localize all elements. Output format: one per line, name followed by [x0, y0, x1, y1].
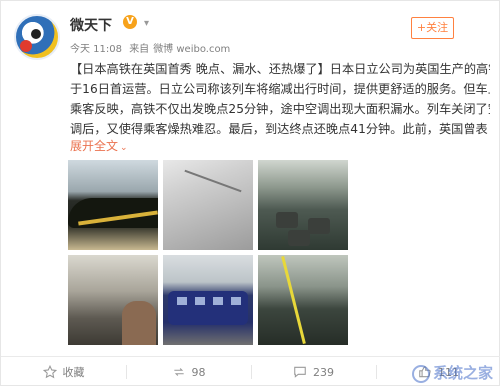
- post-meta: 今天 11:08 来自 微博 weibo.com: [70, 40, 234, 55]
- weibo-post-card: 微天下 V ▾ 今天 11:08 来自 微博 weibo.com +关注 【日本高…: [0, 0, 500, 386]
- avatar-eye: [31, 29, 41, 39]
- yellow-pole: [281, 255, 306, 345]
- username[interactable]: 微天下: [70, 15, 112, 35]
- expand-full-text-link[interactable]: 展开全文 ⌄: [70, 137, 128, 154]
- train-window: [177, 297, 187, 305]
- expand-label: 展开全文: [70, 139, 119, 153]
- photo-carriage-seats[interactable]: [258, 255, 348, 345]
- post-text-line: 调后，又使得乘客燥热难忍。最后，到达终点还晚点41分钟。此前，英国曾表: [70, 122, 488, 136]
- post-text-line: 于16日首运营。日立公司称该列车将缩减出行时间，提供更舒适的服务。但车上: [70, 82, 490, 96]
- leak-line: [184, 169, 242, 193]
- favorite-label: 收藏: [62, 366, 85, 379]
- watermark: 系统之家: [411, 362, 493, 383]
- favorite-button[interactable]: 收藏: [1, 357, 126, 386]
- photo-train-exterior[interactable]: [68, 160, 158, 250]
- post-time[interactable]: 今天 11:08: [70, 44, 122, 55]
- photo-blue-train[interactable]: [163, 255, 253, 345]
- chevron-down-icon: ⌄: [120, 143, 128, 153]
- comment-count: 239: [313, 365, 334, 379]
- post-text: 【日本高铁在英国首秀 晚点、漏水、还热爆了】日本日立公司为英国生产的高铁 于16…: [70, 59, 490, 139]
- train-window: [195, 297, 205, 305]
- chevron-down-icon[interactable]: ▾: [144, 18, 149, 29]
- watermark-text: 系统之家: [432, 364, 493, 382]
- post-source[interactable]: 微博 weibo.com: [153, 44, 230, 55]
- passenger: [122, 301, 156, 345]
- source-prefix: 来自: [129, 44, 150, 55]
- comment-icon: [294, 366, 306, 378]
- post-text-line: 【日本高铁在英国首秀 晚点、漏水、还热爆了】日本日立公司为英国生产的高铁: [70, 62, 490, 76]
- star-icon: [42, 365, 57, 379]
- photo-ceiling-leak[interactable]: [163, 160, 253, 250]
- train-window: [231, 297, 241, 305]
- seat: [308, 218, 330, 234]
- train-window: [213, 297, 223, 305]
- photo-train-interior[interactable]: [258, 160, 348, 250]
- follow-button[interactable]: +关注: [411, 17, 454, 39]
- photo-passengers[interactable]: [68, 255, 158, 345]
- seat: [288, 230, 310, 246]
- comment-button[interactable]: 239: [251, 357, 376, 386]
- repost-button[interactable]: 98: [126, 357, 251, 386]
- avatar[interactable]: [14, 14, 60, 60]
- repost-icon: [173, 368, 184, 376]
- verified-badge-icon: V: [123, 15, 137, 29]
- post-text-line: 乘客反映，高铁不仅出发晚点25分钟，途中空调出现大面积漏水。列车关闭了空: [70, 102, 490, 116]
- repost-count: 98: [191, 365, 206, 379]
- seat: [276, 212, 298, 228]
- avatar-red-dot: [20, 40, 32, 52]
- watermark-logo-icon: [411, 364, 430, 383]
